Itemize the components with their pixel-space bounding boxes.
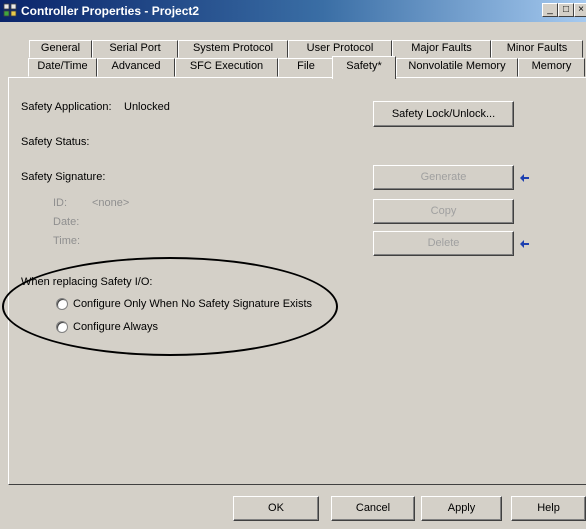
controller-properties-window: Controller Properties - Project2 _ □ × G…	[0, 0, 586, 529]
signature-time-label: Time:	[53, 235, 81, 247]
signature-date-label: Date:	[53, 216, 80, 228]
configure-only-label[interactable]: Configure Only When No Safety Signature …	[73, 297, 312, 311]
minimize-button[interactable]: _	[542, 3, 558, 17]
tab-nonvolatile-memory[interactable]: Nonvolatile Memory	[396, 58, 518, 77]
safety-signature-label: Safety Signature:	[21, 171, 106, 183]
configure-always-radio[interactable]	[56, 321, 68, 333]
safety-status-label: Safety Status:	[21, 136, 90, 148]
signature-id-label: ID:	[53, 197, 68, 209]
tab-file[interactable]: File	[278, 58, 334, 77]
tab-memory[interactable]: Memory	[518, 58, 585, 77]
safety-lock-unlock-button[interactable]: Safety Lock/Unlock...	[373, 101, 514, 127]
close-button[interactable]: ×	[574, 3, 586, 17]
title-bar[interactable]: Controller Properties - Project2 _ □ ×	[0, 0, 586, 22]
safety-application-label: Safety Application:	[21, 101, 112, 113]
maximize-button[interactable]: □	[558, 3, 574, 17]
generate-button[interactable]: Generate	[373, 165, 514, 190]
safety-application-value: Unlocked	[124, 101, 170, 113]
replacing-safety-io-label: When replacing Safety I/O:	[21, 276, 153, 288]
help-button[interactable]: Help	[511, 496, 586, 521]
signature-id-value: <none>	[92, 197, 130, 209]
arrow-left-icon	[520, 240, 529, 248]
tab-safety[interactable]: Safety*	[332, 56, 396, 79]
cancel-button[interactable]: Cancel	[331, 496, 415, 521]
delete-button[interactable]: Delete	[373, 231, 514, 256]
tab-minor-faults[interactable]: Minor Faults	[491, 40, 583, 58]
controller-app-icon	[3, 3, 17, 17]
tab-advanced[interactable]: Advanced	[97, 58, 175, 77]
tab-date-time[interactable]: Date/Time	[28, 58, 97, 77]
configure-always-label[interactable]: Configure Always	[73, 320, 158, 334]
tab-general[interactable]: General	[29, 40, 92, 58]
tab-major-faults[interactable]: Major Faults	[392, 40, 491, 58]
ok-button[interactable]: OK	[233, 496, 319, 521]
arrow-left-icon	[520, 174, 529, 182]
apply-button[interactable]: Apply	[421, 496, 502, 521]
tab-sfc-execution[interactable]: SFC Execution	[175, 58, 278, 77]
tab-serial-port[interactable]: Serial Port	[92, 40, 178, 58]
tab-system-protocol[interactable]: System Protocol	[178, 40, 288, 58]
window-title: Controller Properties - Project2	[21, 4, 200, 18]
copy-button[interactable]: Copy	[373, 199, 514, 224]
configure-only-radio[interactable]	[56, 298, 68, 310]
